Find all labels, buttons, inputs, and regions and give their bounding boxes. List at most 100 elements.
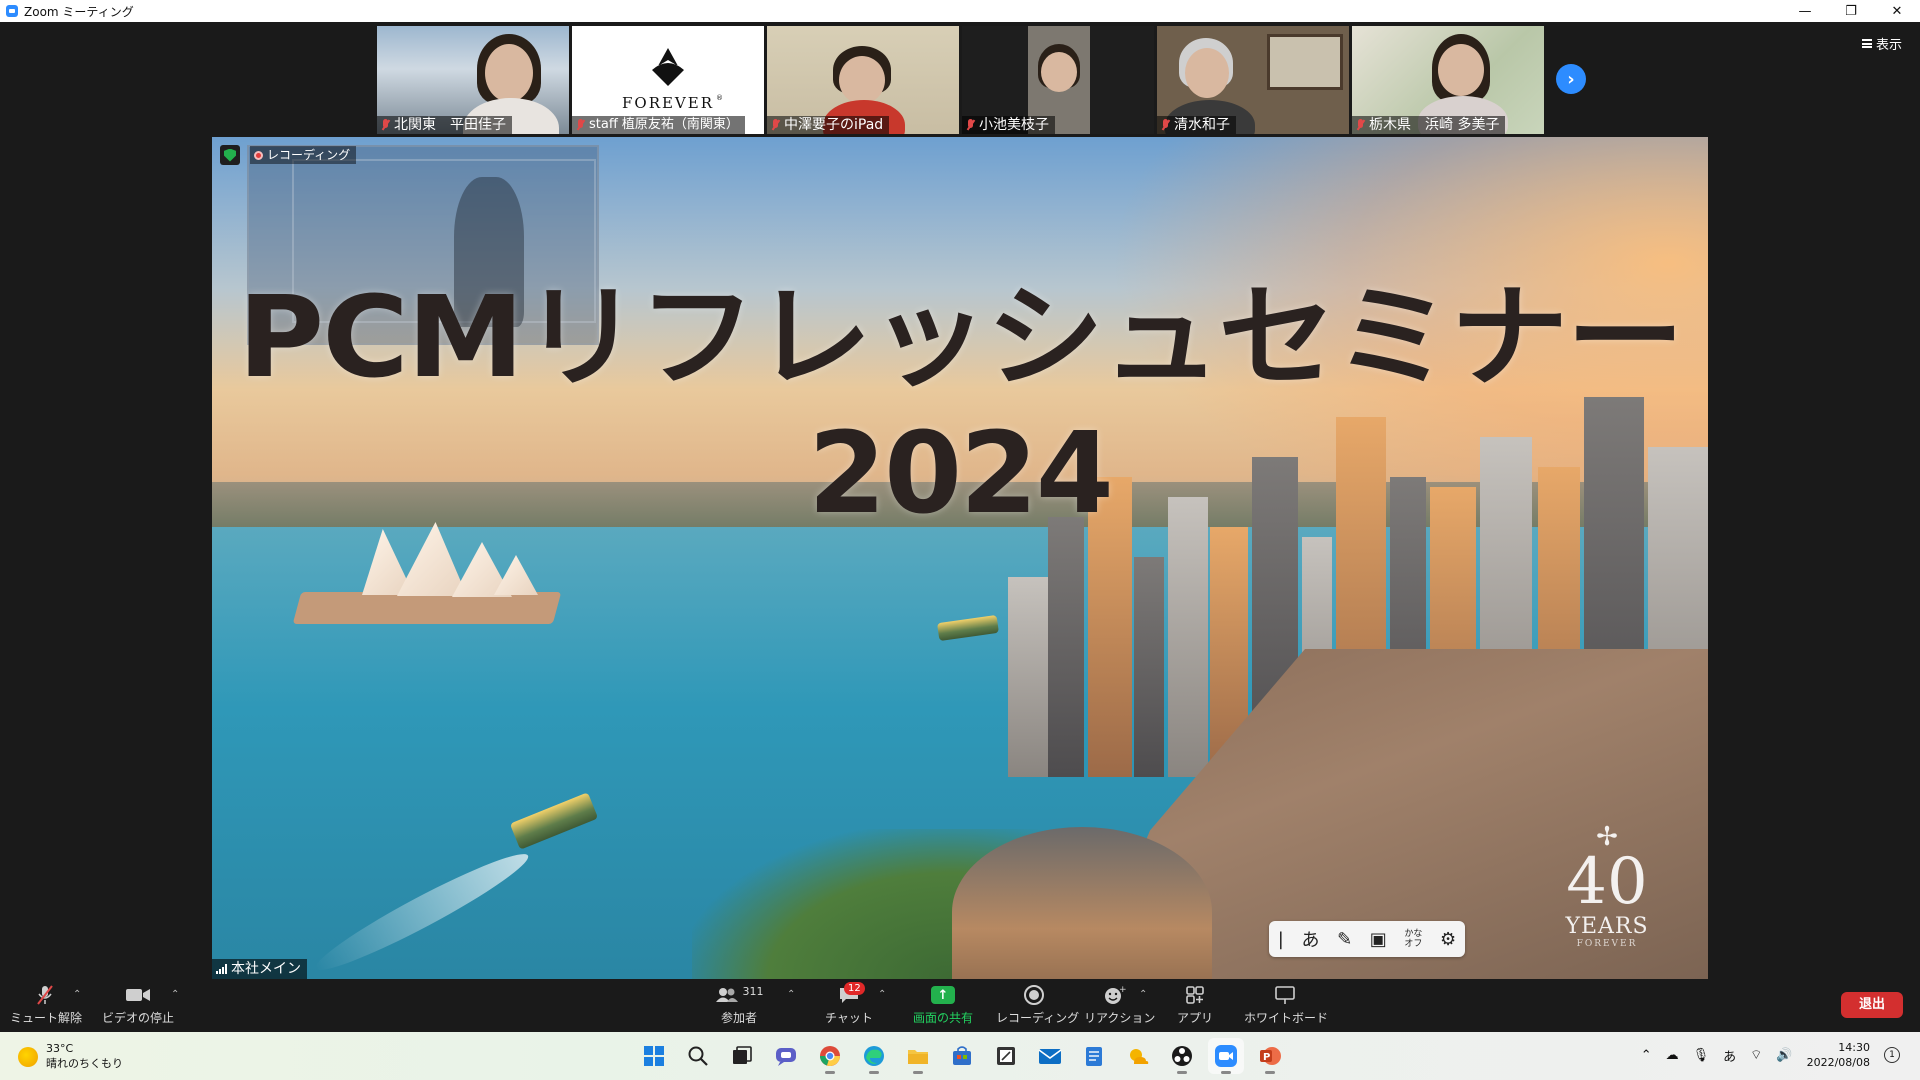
leave-meeting-button[interactable]: 退出 <box>1841 992 1903 1018</box>
slide-year: 2024 <box>808 409 1114 539</box>
participant-name: 北関東 平田佳子 <box>394 117 506 133</box>
ime-handwriting-icon[interactable]: ✎ <box>1337 929 1352 950</box>
window-title: Zoom ミーティング <box>24 4 134 19</box>
clock[interactable]: 14:30 2022/08/08 <box>1807 1040 1870 1070</box>
start-button[interactable] <box>636 1038 672 1074</box>
recording-dot-icon <box>254 150 263 160</box>
view-button[interactable]: 表示 <box>1861 34 1902 53</box>
mic-muted-icon <box>10 983 80 1007</box>
participant-tile[interactable]: 小池美枝子 <box>962 26 1154 134</box>
taskbar-apps: P <box>636 1038 1288 1074</box>
ime-cursor: | <box>1277 928 1284 950</box>
ime-kana-top: かな <box>1404 929 1423 939</box>
ime-kana-toggle[interactable]: かな オフ <box>1404 929 1422 949</box>
task-view-icon <box>733 1046 752 1064</box>
participant-tile[interactable]: 清水和子 <box>1157 26 1349 134</box>
forever-logo-text: FOREVER <box>622 94 714 112</box>
apps-icon <box>1174 983 1216 1007</box>
recording-indicator[interactable]: レコーディング <box>250 146 357 164</box>
record-label: レコーディング <box>996 1011 1080 1025</box>
chat-options-caret[interactable]: ⌃ <box>878 989 886 1000</box>
next-page-button[interactable]: › <box>1556 64 1586 94</box>
mic-muted-icon <box>966 119 975 131</box>
participant-name: 栃木県 浜崎 多美子 <box>1369 117 1500 133</box>
participant-name-label: 北関東 平田佳子 <box>377 116 512 134</box>
minimize-button[interactable]: — <box>1782 0 1828 22</box>
restore-button[interactable]: ❐ <box>1828 0 1874 22</box>
audio-options-caret[interactable]: ⌃ <box>73 989 81 1000</box>
share-screen-button[interactable]: ↑ 画面の共有 <box>908 983 978 1026</box>
participants-icon <box>715 988 738 1002</box>
opera-house-base <box>292 592 562 624</box>
video-camera-icon <box>100 983 176 1007</box>
participant-name: staff 植原友祐（南関東） <box>589 117 739 132</box>
participant-name-label: 栃木県 浜崎 多美子 <box>1352 116 1506 134</box>
snip-icon <box>997 1047 1015 1065</box>
participant-tile[interactable]: 中澤要子のiPad <box>767 26 959 134</box>
search-button[interactable] <box>680 1038 716 1074</box>
mute-button[interactable]: ミュート解除 <box>10 983 82 1026</box>
wifi-icon[interactable]: ⌔ <box>1750 1047 1762 1063</box>
windows-start-icon <box>644 1046 664 1066</box>
onedrive-cloud-icon[interactable]: ☁ <box>1666 1048 1679 1063</box>
participant-tile[interactable]: 北関東 平田佳子 <box>377 26 569 134</box>
notepad-icon <box>1086 1047 1102 1066</box>
mic-muted-icon <box>381 119 390 131</box>
ime-settings-gear-icon[interactable]: ⚙ <box>1440 929 1456 950</box>
mic-muted-icon <box>771 119 780 131</box>
teams-chat-app[interactable] <box>768 1038 804 1074</box>
participants-button[interactable]: 311 参加者 <box>712 983 766 1026</box>
task-view-button[interactable] <box>724 1038 760 1074</box>
record-button[interactable]: レコーディング <box>996 983 1080 1026</box>
security-shield-icon[interactable] <box>220 145 240 165</box>
reactions-button[interactable]: + リアクション <box>1084 983 1155 1026</box>
meeting-toolbar: ミュート解除 ⌃ ビデオの停止 ⌃ 311 参加者 ⌃ 12 チャット ⌃ ↑ … <box>0 979 1920 1032</box>
store-app[interactable] <box>944 1038 980 1074</box>
reactions-options-caret[interactable]: ⌃ <box>1139 989 1147 1000</box>
notification-badge[interactable]: 1 <box>1884 1047 1900 1063</box>
chrome-app[interactable] <box>812 1038 848 1074</box>
speaker-icon[interactable]: 🔊 <box>1776 1048 1792 1063</box>
ime-toolbar[interactable]: | あ ✎ ▣ かな オフ ⚙ <box>1269 921 1465 957</box>
folder-icon <box>908 1050 928 1064</box>
participant-tile[interactable]: FOREVER ® staff 植原友祐（南関東） <box>572 26 764 134</box>
participants-icon-row: 311 <box>712 983 766 1007</box>
participant-face <box>839 56 885 104</box>
notepad-app[interactable] <box>1076 1038 1112 1074</box>
ime-mode-indicator[interactable]: あ <box>1723 1046 1736 1065</box>
edge-app[interactable] <box>856 1038 892 1074</box>
weather-widget[interactable]: 33°C 晴れのちくもり <box>18 1042 123 1071</box>
weather-temperature: 33°C <box>46 1042 74 1055</box>
video-options-caret[interactable]: ⌃ <box>171 989 179 1000</box>
powerpoint-icon: P <box>1260 1047 1281 1065</box>
participant-tile[interactable]: 栃木県 浜崎 多美子 <box>1352 26 1544 134</box>
anniversary-logo: ✢ 40 YEARS FOREVER <box>1552 824 1662 949</box>
snipping-tool-app[interactable] <box>988 1038 1024 1074</box>
stop-video-button[interactable]: ビデオの停止 <box>100 983 176 1026</box>
participant-face <box>485 44 533 102</box>
svg-text:+: + <box>1119 985 1126 995</box>
clock-date: 2022/08/08 <box>1806 1056 1870 1069</box>
chat-button[interactable]: 12 チャット <box>824 982 874 1026</box>
clock-time: 14:30 <box>1838 1041 1870 1054</box>
participants-options-caret[interactable]: ⌃ <box>787 989 795 1000</box>
weather-app[interactable] <box>1120 1038 1156 1074</box>
close-button[interactable]: ✕ <box>1874 0 1920 22</box>
mail-icon <box>1038 1049 1062 1064</box>
ime-hiragana-button[interactable]: あ <box>1301 926 1319 952</box>
shared-screen[interactable]: PCMリフレッシュセミナー 2024 レコーディング ✢ 40 YEARS FO… <box>212 137 1708 979</box>
whiteboard-button[interactable]: ホワイトボード <box>1244 983 1328 1026</box>
mail-app[interactable] <box>1032 1038 1068 1074</box>
file-explorer-app[interactable] <box>900 1038 936 1074</box>
share-label: 画面の共有 <box>912 1011 973 1025</box>
ime-dictionary-icon[interactable]: ▣ <box>1370 929 1387 950</box>
teams-chat-icon <box>776 1048 796 1066</box>
microphone-icon[interactable]: 🎙 <box>1693 1048 1710 1063</box>
edge-icon <box>864 1046 884 1066</box>
apps-button[interactable]: アプリ <box>1174 983 1216 1026</box>
video-label: ビデオの停止 <box>101 1011 174 1025</box>
obs-app[interactable] <box>1164 1038 1200 1074</box>
tray-overflow-chevron-icon[interactable]: ⌃ <box>1641 1048 1652 1063</box>
zoom-taskbar-app[interactable] <box>1208 1038 1244 1074</box>
powerpoint-app[interactable]: P <box>1252 1038 1288 1074</box>
